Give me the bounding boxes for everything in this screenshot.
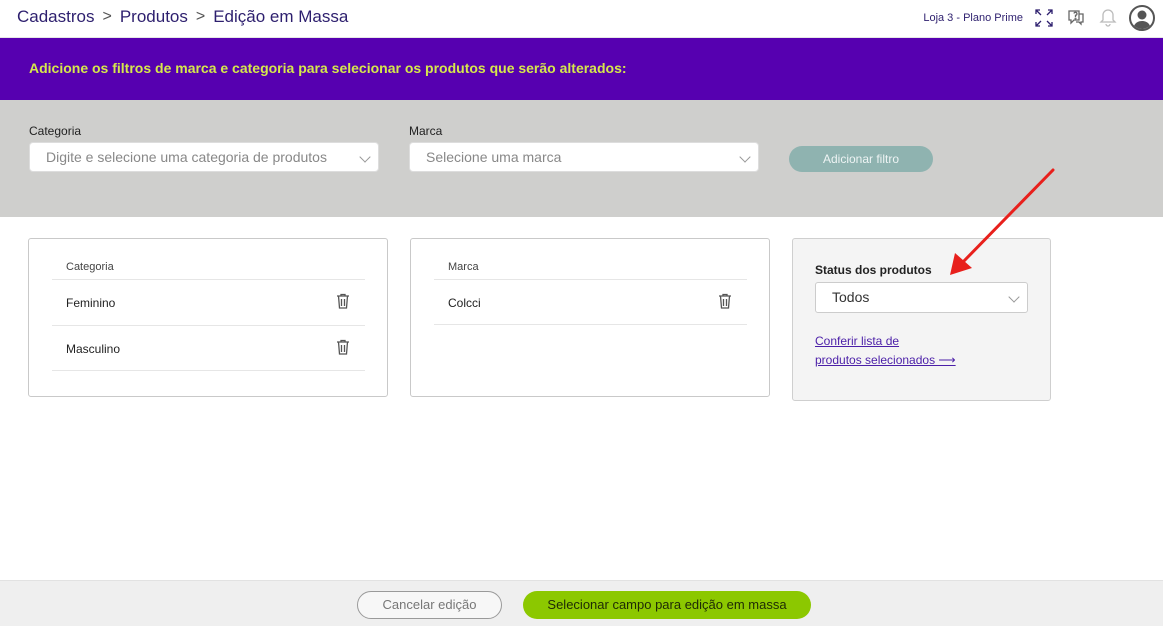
header-actions: Loja 3 - Plano Prime [923, 4, 1163, 32]
cancel-edit-button[interactable]: Cancelar edição [357, 591, 502, 619]
help-chat-icon[interactable] [1065, 7, 1087, 29]
breadcrumb-item-produtos[interactable]: Produtos [120, 7, 188, 27]
status-label: Status dos produtos [815, 263, 932, 277]
brand-card-header: Marca [448, 261, 479, 273]
footer-bar: Cancelar edição Selecionar campo para ed… [0, 580, 1163, 626]
filter-area: Categoria Digite e selecione uma categor… [0, 100, 1163, 217]
brand-filter-label: Marca [409, 124, 443, 138]
chevron-down-icon [739, 151, 751, 163]
status-card: Status dos produtos Todos Conferir lista… [792, 238, 1051, 401]
status-select-value: Todos [832, 289, 870, 305]
category-item-label: Feminino [66, 296, 116, 310]
category-row-masculino: Masculino [52, 325, 365, 371]
brand-select[interactable]: Selecione uma marca [409, 142, 759, 172]
category-filter-card: Categoria Feminino Masculino [28, 238, 388, 397]
breadcrumb-item-cadastros[interactable]: Cadastros [17, 7, 94, 27]
user-avatar-icon[interactable] [1129, 5, 1155, 31]
status-select[interactable]: Todos [815, 282, 1028, 313]
brand-row-colcci: Colcci [434, 279, 747, 325]
brand-select-placeholder: Selecione uma marca [426, 149, 562, 165]
category-filter-label: Categoria [29, 124, 82, 138]
link-line-1: Conferir lista de [815, 334, 900, 348]
trash-icon[interactable] [336, 339, 350, 355]
expand-icon[interactable] [1033, 7, 1055, 29]
bell-icon[interactable] [1097, 7, 1119, 29]
category-select-placeholder: Digite e selecione uma categoria de prod… [46, 149, 327, 165]
add-filter-button[interactable]: Adicionar filtro [789, 146, 933, 172]
link-line-2: produtos selecionados ⟶ [815, 353, 956, 367]
category-item-label: Masculino [66, 342, 121, 356]
view-selected-products-link[interactable]: Conferir lista de produtos selecionados … [815, 332, 1015, 370]
store-label[interactable]: Loja 3 - Plano Prime [923, 12, 1023, 24]
chevron-down-icon [1008, 291, 1020, 303]
breadcrumb: Cadastros > Produtos > Edição em Massa [17, 7, 348, 27]
category-card-header: Categoria [66, 261, 114, 273]
chevron-down-icon [359, 151, 371, 163]
breadcrumb-separator: > [102, 8, 112, 25]
trash-icon[interactable] [718, 293, 732, 309]
breadcrumb-separator: > [195, 8, 206, 25]
breadcrumb-item-current: Edição em Massa [213, 7, 349, 26]
brand-item-label: Colcci [448, 296, 481, 310]
category-row-feminino: Feminino [52, 279, 365, 325]
brand-filter-card: Marca Colcci [410, 238, 770, 397]
trash-icon[interactable] [336, 293, 350, 309]
category-select[interactable]: Digite e selecione uma categoria de prod… [29, 142, 379, 172]
select-field-button[interactable]: Selecionar campo para edição em massa [523, 591, 811, 619]
instruction-banner: Adicione os filtros de marca e categoria… [0, 38, 1163, 100]
top-bar: Cadastros > Produtos > Edição em Massa L… [0, 0, 1163, 38]
banner-text: Adicione os filtros de marca e categoria… [29, 60, 627, 76]
